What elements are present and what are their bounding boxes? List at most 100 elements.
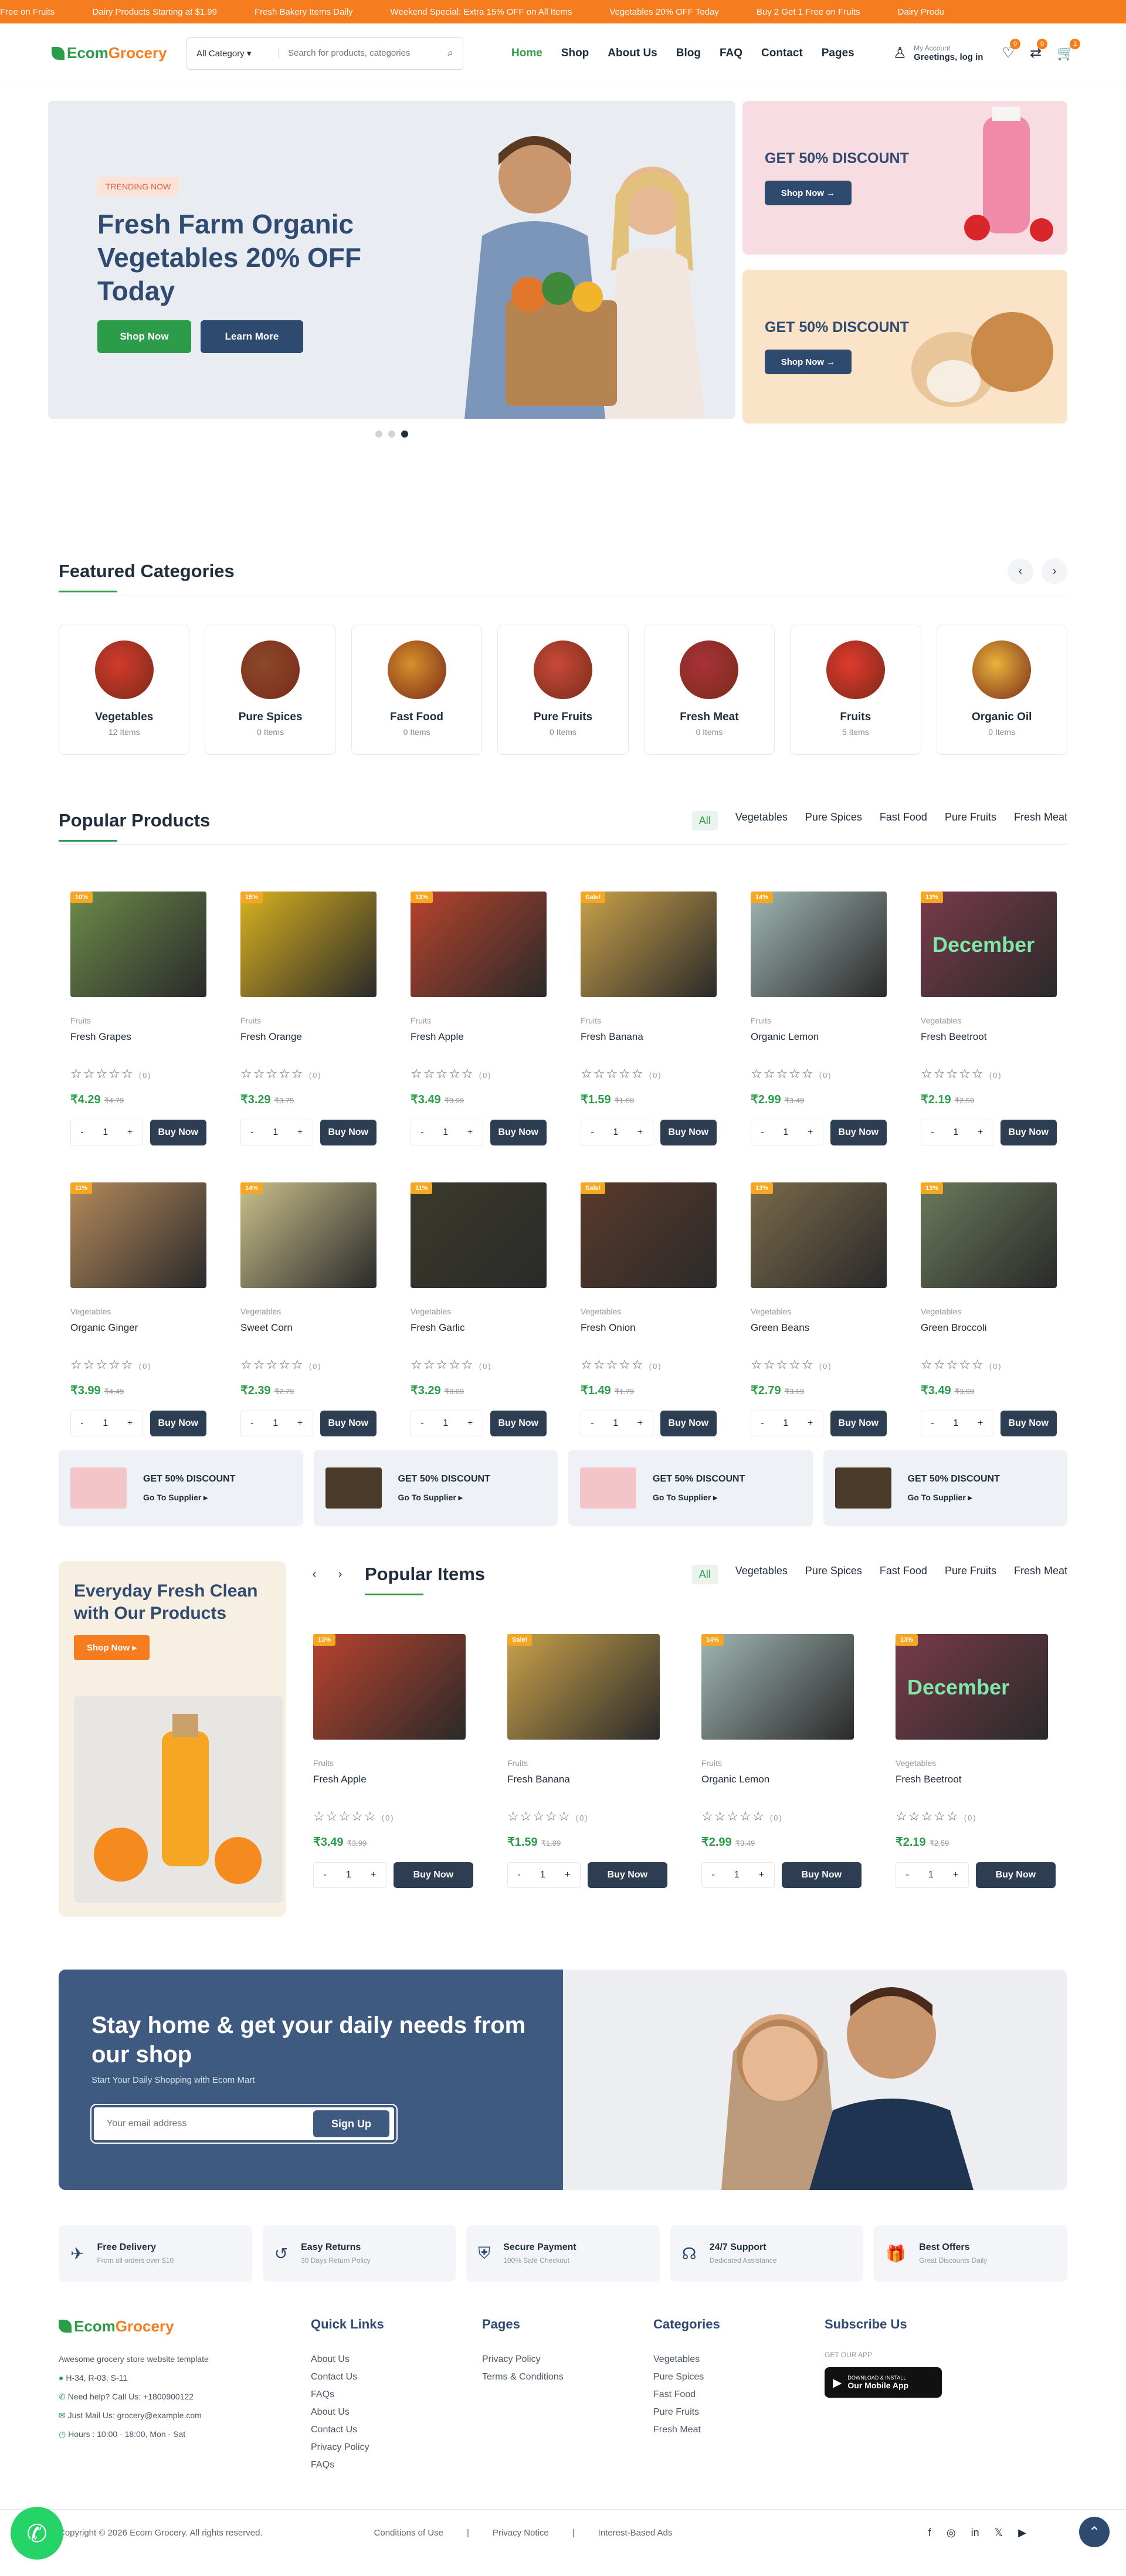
youtube-icon[interactable]: ▶ <box>1018 2527 1026 2539</box>
signup-button[interactable]: Sign Up <box>313 2110 389 2137</box>
product-image[interactable]: Sale! <box>507 1634 660 1740</box>
footer-bottom-link[interactable]: Privacy Notice <box>493 2528 549 2538</box>
quantity-stepper[interactable]: - 1 + <box>921 1120 993 1145</box>
footer-link[interactable]: FAQs <box>311 2456 482 2474</box>
product-image[interactable]: 13% December <box>921 892 1057 997</box>
nav-blog[interactable]: Blog <box>676 47 701 60</box>
footer-link[interactable]: Privacy Policy <box>311 2439 482 2456</box>
plus-button[interactable]: + <box>127 1127 133 1138</box>
plus-button[interactable]: + <box>759 1870 764 1880</box>
product-image[interactable]: 13% <box>751 1182 887 1288</box>
buy-now-button[interactable]: Buy Now <box>320 1120 377 1145</box>
linkedin-icon[interactable]: in <box>971 2527 979 2539</box>
category-card[interactable]: Vegetables 12 Items <box>59 625 190 755</box>
instagram-icon[interactable]: ◎ <box>947 2527 956 2539</box>
plus-button[interactable]: + <box>371 1870 376 1880</box>
footer-logo[interactable]: Ecom Grocery <box>59 2317 194 2336</box>
promo-link[interactable]: Go To Supplier ▸ <box>143 1493 235 1503</box>
quantity-stepper[interactable]: - 1 + <box>70 1120 143 1145</box>
plus-button[interactable]: + <box>978 1418 983 1429</box>
quantity-stepper[interactable]: - 1 + <box>313 1862 386 1888</box>
product-name[interactable]: Fresh Apple <box>313 1774 473 1785</box>
tab-fresh-meat[interactable]: Fresh Meat <box>1014 811 1067 831</box>
buy-now-button[interactable]: Buy Now <box>320 1411 377 1436</box>
product-image[interactable]: 14% <box>240 1182 377 1288</box>
product-image[interactable]: Sale! <box>581 1182 717 1288</box>
account-link[interactable]: ♙ My Account Greetings, log in <box>893 44 983 62</box>
plus-button[interactable]: + <box>808 1418 813 1429</box>
twitter-icon[interactable]: 𝕏 <box>995 2527 1003 2539</box>
product-name[interactable]: Organic Lemon <box>701 1774 862 1785</box>
learn-more-button[interactable]: Learn More <box>201 320 303 353</box>
minus-button[interactable]: - <box>712 1870 715 1880</box>
product-name[interactable]: Fresh Onion <box>581 1322 717 1334</box>
buy-now-button[interactable]: Buy Now <box>660 1120 717 1145</box>
minus-button[interactable]: - <box>420 1127 423 1138</box>
product-image[interactable]: 13% <box>313 1634 466 1740</box>
product-card[interactable]: 14% Fruits Organic Lemon ☆☆☆☆☆ (0) ₹2.99 ₹3.4… <box>690 1622 873 1888</box>
prev-arrow-icon[interactable]: ‹ <box>1008 558 1033 584</box>
plus-button[interactable]: + <box>978 1127 983 1138</box>
buy-now-button[interactable]: Buy Now <box>830 1411 887 1436</box>
product-name[interactable]: Fresh Beetroot <box>921 1031 1057 1043</box>
plus-button[interactable]: + <box>565 1870 570 1880</box>
nav-shop[interactable]: Shop <box>561 47 589 60</box>
footer-link[interactable]: About Us <box>311 2404 482 2421</box>
category-select[interactable]: All Category ▾ <box>196 48 279 59</box>
nav-contact[interactable]: Contact <box>761 47 803 60</box>
tab-pure-fruits[interactable]: Pure Fruits <box>945 811 996 831</box>
product-name[interactable]: Organic Ginger <box>70 1322 206 1334</box>
promo-link[interactable]: Go To Supplier ▸ <box>398 1493 490 1503</box>
footer-link[interactable]: About Us <box>311 2351 482 2368</box>
promo-banner[interactable]: GET 50% DISCOUNT Go To Supplier ▸ <box>823 1450 1067 1526</box>
product-name[interactable]: Fresh Beetroot <box>896 1774 1056 1785</box>
buy-now-button[interactable]: Buy Now <box>1000 1411 1057 1436</box>
footer-link[interactable]: Pure Fruits <box>653 2404 825 2421</box>
minus-button[interactable]: - <box>80 1418 83 1429</box>
product-card[interactable]: 13% December Vegetables Fresh Beetroot ☆☆☆☆☆… <box>909 880 1069 1145</box>
product-card[interactable]: 13% Vegetables Green Beans ☆☆☆☆☆ (0) ₹2.79 ₹3… <box>739 1171 898 1436</box>
minus-button[interactable]: - <box>324 1870 327 1880</box>
tab-fast-food[interactable]: Fast Food <box>880 1565 927 1584</box>
compare-icon[interactable]: ⇄ 0 <box>1030 39 1048 62</box>
product-card[interactable]: Sale! Fruits Fresh Banana ☆☆☆☆☆ (0) ₹1.59 ₹1.… <box>496 1622 679 1888</box>
tab-vegetables[interactable]: Vegetables <box>735 1565 788 1584</box>
shop-now-button[interactable]: Shop Now <box>97 320 191 353</box>
slider-dot[interactable] <box>375 431 382 438</box>
tab-vegetables[interactable]: Vegetables <box>735 811 788 831</box>
product-image[interactable]: 10% <box>70 892 206 997</box>
product-card[interactable]: Sale! Vegetables Fresh Onion ☆☆☆☆☆ (0) ₹1.49… <box>569 1171 728 1436</box>
buy-now-button[interactable]: Buy Now <box>587 1862 667 1888</box>
plus-button[interactable]: + <box>808 1127 813 1138</box>
plus-button[interactable]: + <box>467 1127 473 1138</box>
footer-bottom-link[interactable]: Interest-Based Ads <box>598 2528 673 2538</box>
product-image[interactable]: 14% <box>701 1634 854 1740</box>
quantity-stepper[interactable]: - 1 + <box>701 1862 775 1888</box>
product-name[interactable]: Green Broccoli <box>921 1322 1057 1334</box>
slider-dot-active[interactable] <box>401 431 408 438</box>
product-image[interactable]: 15% <box>240 892 377 997</box>
side-banner-onion[interactable]: GET 50% DISCOUNT Shop Now → <box>742 270 1067 423</box>
tab-all[interactable]: All <box>691 811 718 831</box>
product-name[interactable]: Fresh Grapes <box>70 1031 206 1043</box>
footer-link[interactable]: FAQs <box>311 2386 482 2404</box>
product-card[interactable]: 15% Fruits Fresh Orange ☆☆☆☆☆ (0) ₹3.29 ₹3.75… <box>229 880 388 1145</box>
buy-now-button[interactable]: Buy Now <box>490 1120 547 1145</box>
quantity-stepper[interactable]: - 1 + <box>411 1411 483 1436</box>
quantity-stepper[interactable]: - 1 + <box>240 1411 313 1436</box>
product-name[interactable]: Fresh Apple <box>411 1031 547 1043</box>
buy-now-button[interactable]: Buy Now <box>975 1862 1056 1888</box>
buy-now-button[interactable]: Buy Now <box>150 1411 206 1436</box>
buy-now-button[interactable]: Buy Now <box>781 1862 862 1888</box>
footer-link[interactable]: Fast Food <box>653 2386 825 2404</box>
back-to-top-icon[interactable]: ⌃ <box>1079 2517 1110 2547</box>
footer-link[interactable]: Fresh Meat <box>653 2421 825 2439</box>
tab-all[interactable]: All <box>691 1564 718 1584</box>
minus-button[interactable]: - <box>906 1870 909 1880</box>
app-store-button[interactable]: ▶ DOWNLOAD & INSTALL Our Mobile App <box>825 2367 942 2398</box>
side-shop-button[interactable]: Shop Now ▸ <box>74 1635 150 1660</box>
product-card[interactable]: 14% Fruits Organic Lemon ☆☆☆☆☆ (0) ₹2.99 ₹3.4… <box>739 880 898 1145</box>
slider-dot[interactable] <box>388 431 395 438</box>
side-banner-shop-button[interactable]: Shop Now → <box>765 350 852 374</box>
tab-pure-spices[interactable]: Pure Spices <box>805 811 862 831</box>
